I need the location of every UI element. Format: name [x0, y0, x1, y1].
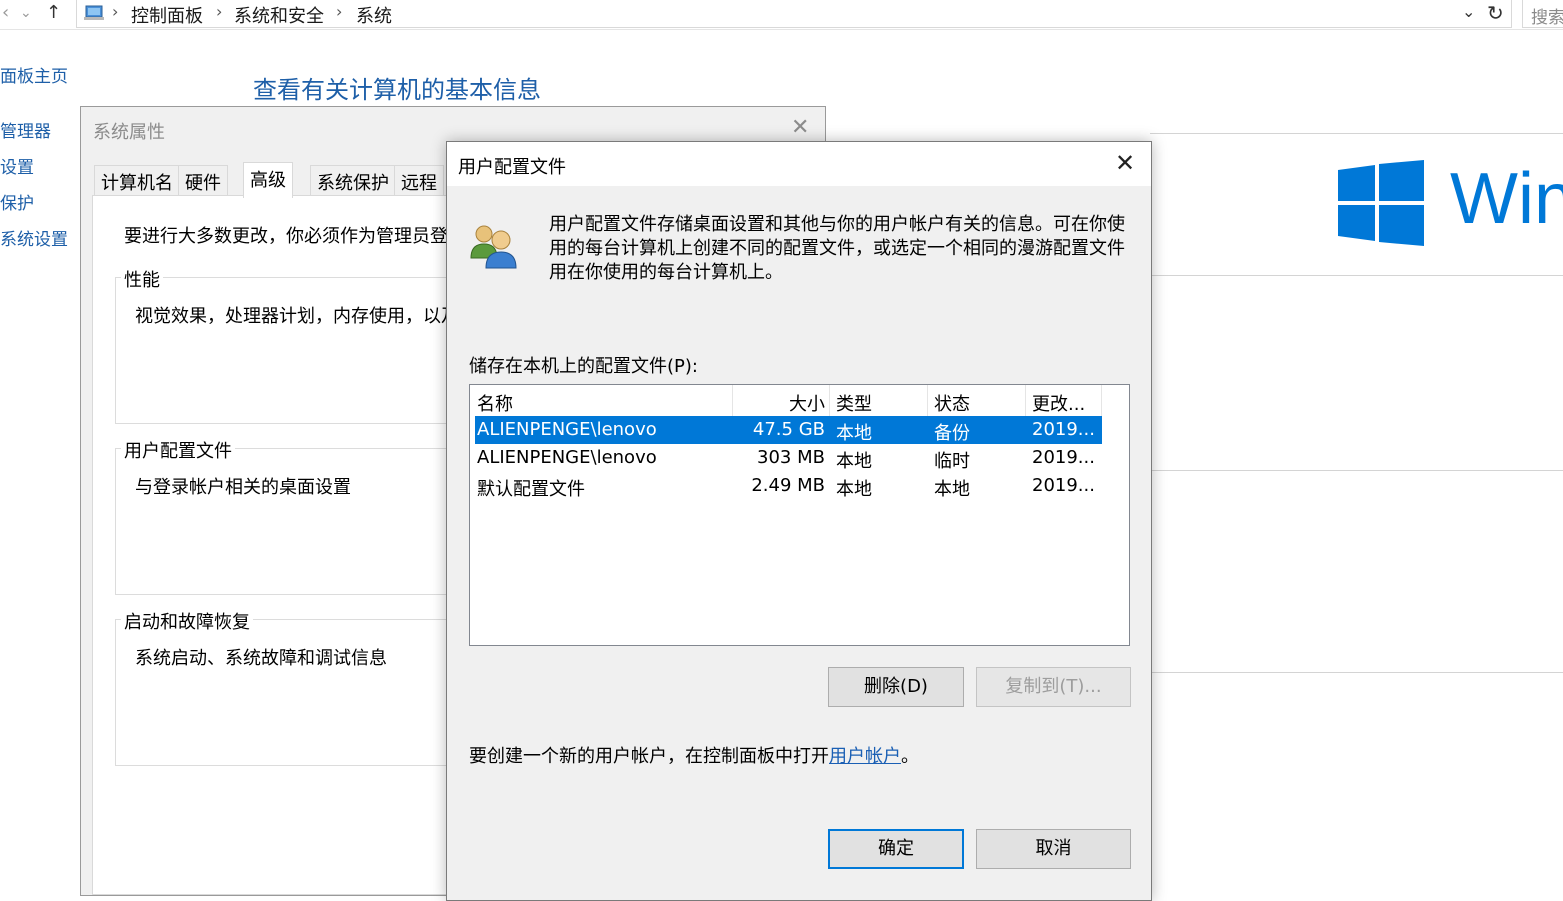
- table-row[interactable]: 默认配置文件 2.49 MB 本地 本地 2019...: [475, 472, 1102, 500]
- profiles-listview[interactable]: 名称 大小 类型 状态 更改... ALIENPENGE\lenovo 47.5…: [469, 384, 1130, 646]
- up-arrow-icon[interactable]: ↑: [46, 2, 61, 23]
- windows-logo-text: Win: [1450, 159, 1563, 239]
- nav-remote-settings[interactable]: 设置: [0, 153, 34, 178]
- tab-system-protection[interactable]: 系统保护: [310, 165, 396, 195]
- column-header-size[interactable]: 大小: [733, 385, 830, 416]
- cell-name: 默认配置文件: [477, 479, 585, 500]
- tab-advanced[interactable]: 高级: [243, 162, 293, 198]
- group-title-startup-recovery: 启动和故障恢复: [121, 608, 253, 634]
- tab-hardware[interactable]: 硬件: [178, 165, 228, 195]
- table-row[interactable]: ALIENPENGE\lenovo 47.5 GB 本地 备份 2019...: [475, 416, 1102, 444]
- create-note-prefix: 要创建一个新的用户帐户，在控制面板中打开: [469, 746, 829, 767]
- delete-button[interactable]: 删除(D): [828, 667, 964, 707]
- ok-button[interactable]: 确定: [828, 829, 964, 869]
- dialog-description: 用户配置文件存储桌面设置和其他与你的用户帐户有关的信息。可在你使用的每台计算机上…: [549, 214, 1125, 283]
- refresh-icon[interactable]: ↻: [1487, 1, 1504, 25]
- cell-status: 备份: [934, 423, 970, 444]
- window-title: 系统属性: [93, 122, 165, 143]
- address-dropdown-icon[interactable]: ⌄: [1462, 2, 1475, 21]
- breadcrumb-system-security[interactable]: 系统和安全: [234, 2, 324, 28]
- page-title: 查看有关计算机的基本信息: [253, 76, 541, 104]
- cell-size: 47.5 GB: [752, 419, 825, 440]
- cell-modified: 2019...: [1032, 419, 1095, 440]
- nav-device-manager[interactable]: 管理器: [0, 117, 51, 142]
- close-icon[interactable]: ✕: [1115, 149, 1135, 177]
- breadcrumb-control-panel[interactable]: 控制面板: [131, 2, 203, 28]
- column-header-name[interactable]: 名称: [470, 385, 733, 416]
- divider: [1150, 275, 1563, 276]
- tab-computer-name[interactable]: 计算机名: [94, 165, 180, 195]
- group-desc-performance: 视觉效果，处理器计划，内存使用，以及: [135, 306, 459, 327]
- column-header-type[interactable]: 类型: [830, 385, 928, 416]
- user-accounts-link[interactable]: 用户帐户: [829, 746, 901, 767]
- breadcrumb-separator-icon: ›: [216, 2, 223, 21]
- cell-size: 303 MB: [757, 447, 825, 468]
- group-desc-startup-recovery: 系统启动、系统故障和调试信息: [135, 648, 387, 669]
- cell-name: ALIENPENGE\lenovo: [477, 447, 657, 468]
- recent-dropdown-icon[interactable]: ⌄: [20, 5, 32, 21]
- close-icon[interactable]: ✕: [791, 115, 809, 140]
- divider: [1150, 133, 1563, 134]
- cell-type: 本地: [836, 451, 872, 472]
- cell-name: ALIENPENGE\lenovo: [477, 419, 657, 440]
- create-note-suffix: 。: [901, 746, 919, 767]
- user-profiles-icon: [470, 225, 517, 269]
- cell-type: 本地: [836, 423, 872, 444]
- group-desc-user-profiles: 与登录帐户相关的桌面设置: [135, 477, 351, 498]
- search-placeholder: 搜索: [1531, 8, 1563, 28]
- breadcrumb-separator-icon: ›: [112, 2, 119, 21]
- column-header-status[interactable]: 状态: [928, 385, 1026, 416]
- nav-system-protection[interactable]: 保护: [0, 189, 34, 214]
- cell-type: 本地: [836, 479, 872, 500]
- tab-remote[interactable]: 远程: [394, 165, 444, 195]
- cell-size: 2.49 MB: [751, 475, 825, 496]
- nav-advanced-settings[interactable]: 系统设置: [0, 225, 68, 250]
- group-title-user-profiles: 用户配置文件: [121, 437, 235, 463]
- admin-message: 要进行大多数更改，你必须作为管理员登: [124, 226, 448, 247]
- dialog-title: 用户配置文件: [458, 157, 566, 178]
- cell-modified: 2019...: [1032, 447, 1095, 468]
- group-title-performance: 性能: [121, 266, 163, 292]
- control-panel-icon: [84, 5, 104, 20]
- copy-to-button[interactable]: 复制到(T)...: [976, 667, 1131, 707]
- table-row[interactable]: ALIENPENGE\lenovo 303 MB 本地 临时 2019...: [475, 444, 1102, 472]
- address-bar: ‹ ⌄ ↑ › 控制面板 › 系统和安全 › 系统 ⌄ ↻ 搜索: [0, 0, 1563, 30]
- nav-control-panel-home[interactable]: 面板主页: [0, 62, 68, 87]
- breadcrumb-system[interactable]: 系统: [356, 2, 392, 28]
- breadcrumb-separator-icon: ›: [336, 2, 343, 21]
- windows-logo-icon: [1338, 160, 1424, 246]
- profiles-list-label: 储存在本机上的配置文件(P):: [469, 356, 698, 377]
- cancel-button[interactable]: 取消: [976, 829, 1131, 869]
- cell-status: 临时: [934, 451, 970, 472]
- back-arrow-icon[interactable]: ‹: [2, 2, 9, 23]
- create-account-note: 要创建一个新的用户帐户，在控制面板中打开用户帐户。: [469, 742, 919, 768]
- column-header-modified[interactable]: 更改...: [1026, 385, 1102, 416]
- cell-status: 本地: [934, 479, 970, 500]
- divider: [1150, 672, 1563, 673]
- cell-modified: 2019...: [1032, 475, 1095, 496]
- divider: [1150, 470, 1563, 471]
- user-profiles-dialog: 用户配置文件 ✕ 用户配置文件存储桌面设置和其他与你的用户帐户有关的信息。可在你…: [446, 141, 1152, 901]
